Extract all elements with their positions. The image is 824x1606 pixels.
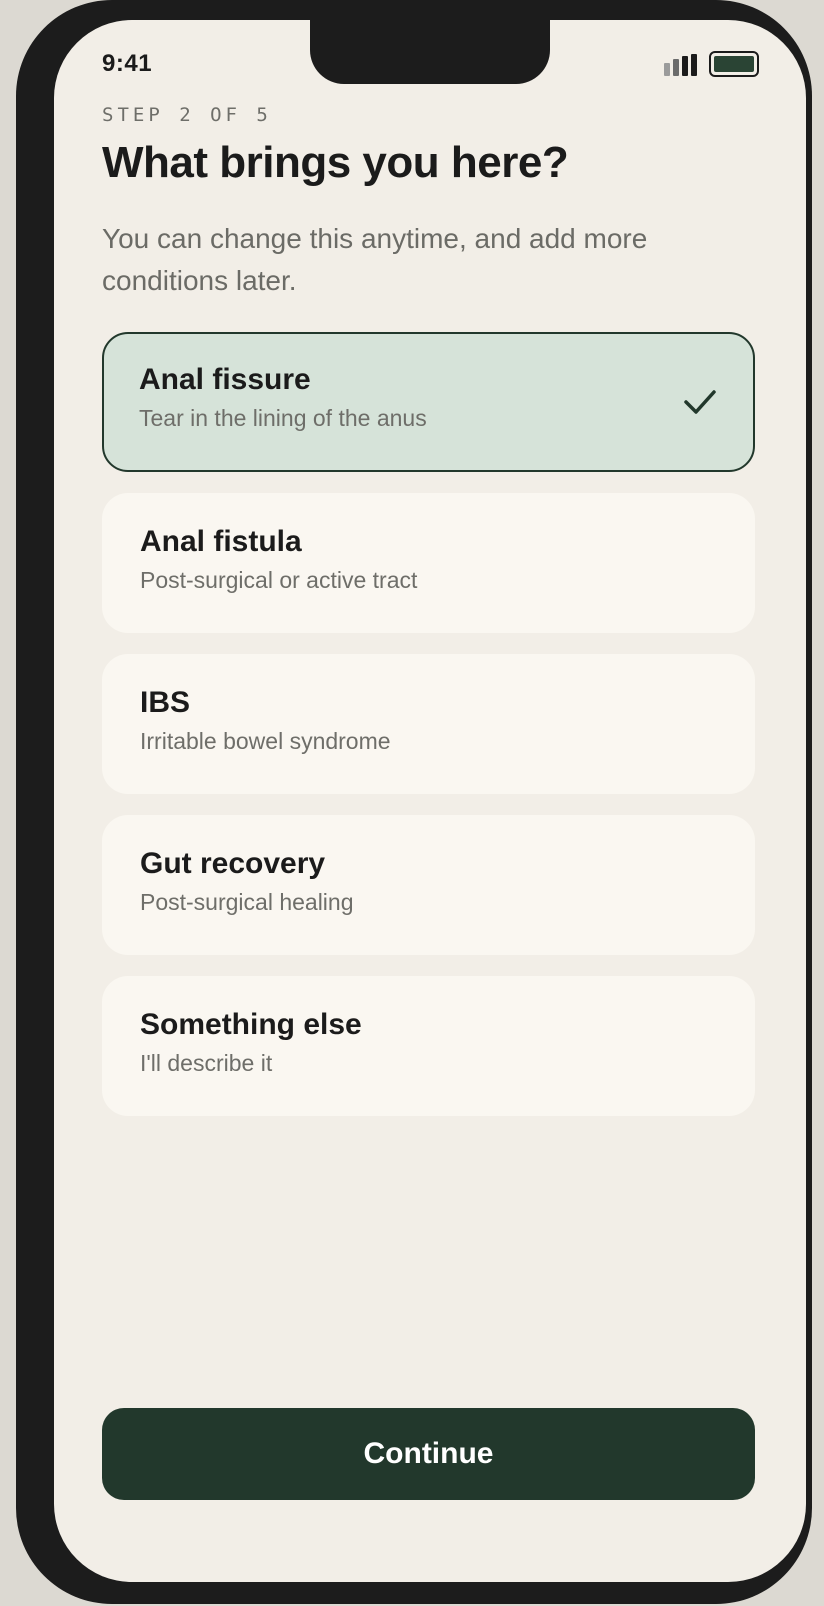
page-title: What brings you here? <box>102 138 569 187</box>
device-notch <box>310 20 550 84</box>
option-gut-recovery[interactable]: Gut recovery Post-surgical healing <box>102 815 755 955</box>
option-description: Post-surgical healing <box>140 889 354 915</box>
option-description: Post-surgical or active tract <box>140 567 418 593</box>
phone-frame: 9:41 STEP 2 OF 5 What brings you here? Y… <box>16 0 812 1604</box>
option-anal-fissure[interactable]: Anal fissure Tear in the lining of the a… <box>102 332 755 472</box>
option-title: Anal fistula <box>140 525 302 558</box>
option-anal-fistula[interactable]: Anal fistula Post-surgical or active tra… <box>102 493 755 633</box>
option-ibs[interactable]: IBS Irritable bowel syndrome <box>102 654 755 794</box>
option-title: Anal fissure <box>139 363 311 396</box>
page-subtitle: You can change this anytime, and add mor… <box>102 223 648 296</box>
app-screen: 9:41 STEP 2 OF 5 What brings you here? Y… <box>54 20 806 1582</box>
option-title: IBS <box>140 686 191 719</box>
option-description: Tear in the lining of the anus <box>139 405 427 431</box>
option-title: Gut recovery <box>140 847 326 880</box>
continue-button[interactable]: Continue <box>102 1408 755 1500</box>
option-description: Irritable bowel syndrome <box>140 728 391 754</box>
option-description: I'll describe it <box>140 1050 273 1076</box>
status-time: 9:41 <box>102 50 153 77</box>
cellular-signal-icon <box>664 54 698 76</box>
condition-options-list: Anal fissure Tear in the lining of the a… <box>102 332 755 1137</box>
option-something-else[interactable]: Something else I'll describe it <box>102 976 755 1116</box>
checkmark-icon <box>684 390 716 414</box>
option-title: Something else <box>140 1008 362 1041</box>
battery-icon <box>709 51 759 77</box>
step-indicator: STEP 2 OF 5 <box>102 104 272 126</box>
